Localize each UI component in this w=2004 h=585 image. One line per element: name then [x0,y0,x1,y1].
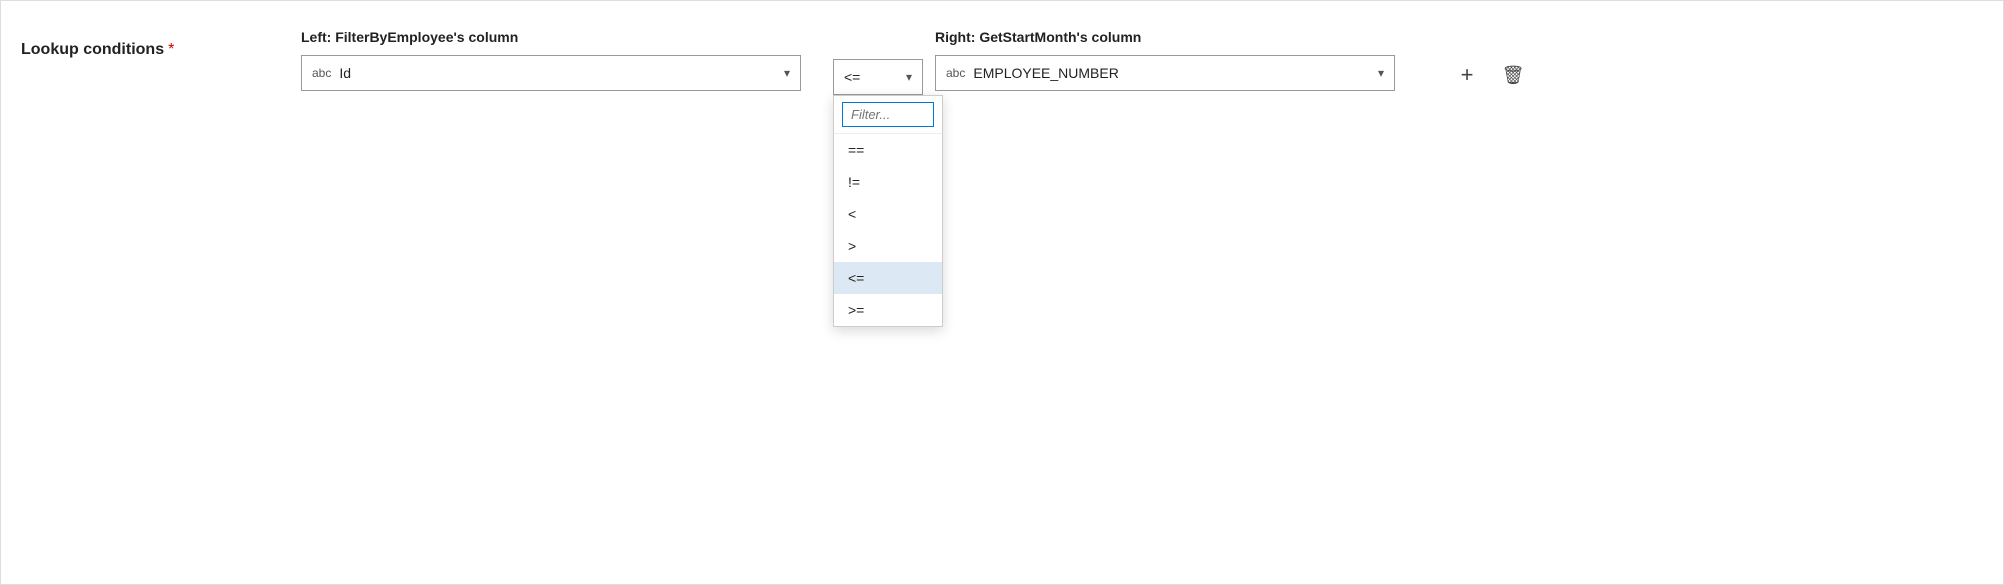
add-condition-button[interactable]: + [1451,59,1483,91]
right-column-value: EMPLOYEE_NUMBER [973,65,1378,81]
operator-chevron-icon: ▾ [906,70,912,84]
operator-value: <= [844,69,906,85]
lookup-conditions-label: Lookup conditions [21,41,164,59]
left-column-section: Left: FilterByEmployee's column abc Id ▾ [301,29,821,91]
left-column-dropdown[interactable]: abc Id ▾ [301,55,801,91]
left-column-header: Left: FilterByEmployee's column [301,29,821,45]
right-column-dropdown[interactable]: abc EMPLOYEE_NUMBER ▾ [935,55,1395,91]
left-column-value: Id [339,65,784,81]
operator-option-neq[interactable]: != [834,166,942,198]
label-section: Lookup conditions * [21,29,301,59]
right-column-header: Right: GetStartMonth's column [935,29,1435,45]
operator-option-lte[interactable]: <= [834,262,942,294]
operator-option-gte[interactable]: >= [834,294,942,326]
operator-option-eq[interactable]: == [834,134,942,166]
operator-popup: == != < > <= >= [833,95,943,327]
operator-option-lt[interactable]: < [834,198,942,230]
right-column-section: Right: GetStartMonth's column abc EMPLOY… [935,29,1435,91]
operator-option-gt[interactable]: > [834,230,942,262]
right-type-label: abc [946,66,965,80]
operator-section: <= ▾ == != < > <= >= [833,29,923,95]
left-type-label: abc [312,66,331,80]
delete-condition-button[interactable]: 🗑 [1497,59,1529,91]
required-indicator: * [168,41,174,59]
actions-section: + 🗑 [1451,59,1529,91]
filter-input[interactable] [842,102,934,127]
operator-dropdown[interactable]: <= ▾ [833,59,923,95]
filter-input-wrapper [834,96,942,134]
right-column-chevron-icon: ▾ [1378,66,1384,80]
left-column-chevron-icon: ▾ [784,66,790,80]
lookup-conditions-panel: Lookup conditions * Left: FilterByEmploy… [1,1,2003,584]
